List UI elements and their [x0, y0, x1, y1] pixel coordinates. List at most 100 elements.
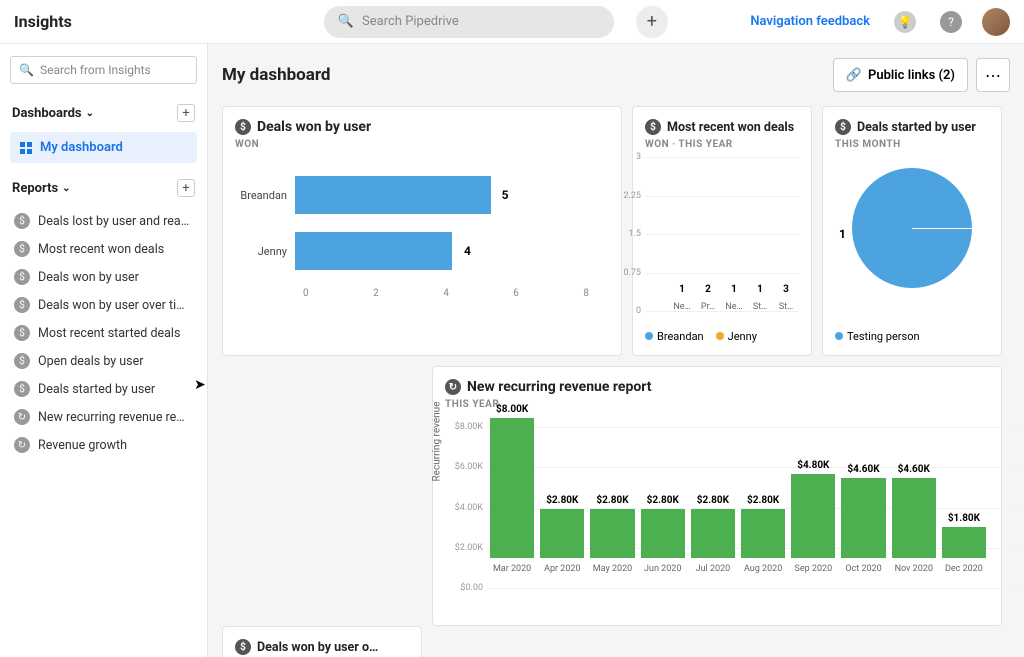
more-menu-button[interactable]: ⋯: [976, 58, 1010, 92]
legend-item: Testing person: [847, 330, 920, 343]
report-label: Revenue growth: [38, 438, 127, 453]
bar-value: $2.80K: [697, 495, 729, 506]
dollar-icon: $: [14, 353, 30, 369]
bar-value: 1: [679, 284, 685, 295]
sidebar-item-my-dashboard[interactable]: My dashboard: [10, 132, 197, 163]
report-item[interactable]: $ Open deals by user: [10, 347, 197, 375]
axis-tick: 2: [373, 288, 379, 299]
reports-section-header[interactable]: Reports ⌄ +: [10, 175, 197, 201]
revenue-bar: $8.00K: [490, 418, 534, 558]
card-deals-won-by-user-over-time[interactable]: $Deals won by user o… WON · THIS YEAR 0 …: [222, 626, 422, 657]
dashboard-grid: $Deals won by user WON Breandan 5 Jenny …: [222, 106, 1010, 626]
chevron-down-icon: ⌄: [86, 108, 94, 119]
card-recurring-revenue[interactable]: ↻New recurring revenue report THIS YEAR …: [432, 366, 1002, 626]
legend: Breandan Jenny: [645, 330, 799, 343]
avatar[interactable]: [982, 8, 1010, 36]
report-label: Most recent started deals: [38, 326, 180, 341]
dollar-icon: $: [835, 119, 851, 135]
report-item[interactable]: $ Deals won by user: [10, 263, 197, 291]
bar-value: $4.60K: [898, 464, 930, 475]
report-label: Deals won by user: [38, 270, 139, 285]
report-item[interactable]: $Most recent won deals: [10, 235, 197, 263]
report-label: Open deals by user: [38, 354, 144, 369]
hbar-label: Jenny: [235, 245, 295, 258]
chart-pie: 1: [835, 158, 989, 330]
card-subtitle: WON · THIS YEAR: [645, 139, 799, 150]
main-area: My dashboard 🔗 Public links (2) ⋯ $ Deals…: [208, 44, 1024, 657]
card-title: Most recent won deals: [667, 120, 794, 135]
dollar-icon: $: [14, 325, 30, 341]
nav-feedback-link[interactable]: Navigation feedback: [750, 14, 870, 29]
axis-tick: 6: [513, 288, 519, 299]
report-item[interactable]: $Deals won by user over ti…: [10, 291, 197, 319]
revenue-bar: $2.80K: [590, 509, 634, 558]
bar-value: $8.00K: [496, 404, 528, 415]
revenue-bar: $2.80K: [691, 509, 735, 558]
brand: Insights: [14, 12, 72, 31]
search-icon: 🔍: [19, 63, 34, 77]
report-item[interactable]: ↻Revenue growth: [10, 431, 197, 459]
add-report-button[interactable]: +: [177, 179, 195, 197]
add-button[interactable]: +: [636, 6, 668, 38]
dollar-icon: $: [235, 639, 251, 655]
axis-tick: St…: [753, 302, 767, 312]
card-title: Deals won by user o…: [257, 640, 378, 655]
report-label: New recurring revenue re…: [38, 410, 185, 425]
public-links-button[interactable]: 🔗 Public links (2): [833, 58, 968, 92]
add-dashboard-button[interactable]: +: [177, 104, 195, 122]
report-label: Deals won by user over ti…: [38, 298, 185, 313]
report-item[interactable]: $Deals started by user: [10, 375, 197, 403]
bar-value: 1: [731, 284, 737, 295]
revenue-bar: $4.60K: [841, 478, 885, 559]
legend-item: Breandan: [657, 330, 704, 343]
y-axis-label: Recurring revenue: [432, 401, 443, 481]
bar-value: $4.80K: [797, 460, 829, 471]
revenue-bar: $4.60K: [892, 478, 936, 559]
sidebar-item-label: My dashboard: [40, 140, 123, 155]
card-title: Deals won by user: [257, 119, 371, 135]
dashboards-section-header[interactable]: Dashboards ⌄ +: [10, 100, 197, 126]
report-label: Deals started by user: [38, 382, 155, 397]
bar-value: $4.60K: [847, 464, 879, 475]
chart-hbar: Breandan 5 Jenny 4 0 2 4 6 8: [235, 158, 609, 343]
axis-tick: 4: [443, 288, 449, 299]
cursor-icon: ➤: [194, 377, 206, 393]
axis-tick: Ne…: [725, 302, 742, 312]
axis-tick: 3: [636, 152, 641, 162]
global-search[interactable]: 🔍 Search Pipedrive: [324, 6, 614, 38]
axis-tick: Pr…: [701, 302, 715, 312]
revenue-bar: $2.80K: [641, 509, 685, 558]
lightbulb-icon[interactable]: 💡: [894, 11, 916, 33]
card-most-recent-won-deals[interactable]: $Most recent won deals WON · THIS YEAR 0…: [632, 106, 812, 356]
dollar-icon: $: [235, 119, 251, 135]
card-deals-started-by-user[interactable]: $Deals started by user THIS MONTH 1 Test…: [822, 106, 1002, 356]
card-deals-won-by-user[interactable]: $Deals won by user WON Breandan 5 Jenny …: [222, 106, 622, 356]
hbar-value: 4: [464, 244, 471, 258]
legend: Testing person: [835, 330, 989, 343]
revenue-bar: $1.80K: [942, 527, 986, 559]
pie-slice: [852, 168, 972, 288]
bar-value: $1.80K: [948, 513, 980, 524]
chart-vbar: 0 0.75 1.5 2.25 3 1Ne… 2Pr… 1Ne… 1St… 3S…: [645, 158, 799, 330]
axis-tick: $0.00: [460, 583, 483, 593]
pie-value: 1: [839, 227, 846, 241]
report-item[interactable]: $Deals lost by user and rea…: [10, 207, 197, 235]
axis-tick: $6.00K: [455, 462, 483, 472]
card-title: Deals started by user: [857, 120, 976, 135]
help-icon[interactable]: ?: [940, 11, 962, 33]
sidebar-search[interactable]: 🔍 Search from Insights: [10, 56, 197, 84]
bar-value: 3: [783, 284, 789, 295]
page-title: My dashboard: [222, 65, 330, 85]
bar-value: $2.80K: [747, 495, 779, 506]
revenue-bar: $2.80K: [741, 509, 785, 558]
reports-label: Reports: [12, 181, 58, 196]
axis-tick: 0.75: [623, 268, 641, 278]
report-item[interactable]: $ Most recent started deals: [10, 319, 197, 347]
report-item[interactable]: ↻New recurring revenue re…: [10, 403, 197, 431]
hbar-label: Breandan: [235, 189, 295, 202]
dashboards-label: Dashboards: [12, 106, 82, 121]
axis-tick: 8: [583, 288, 589, 299]
dollar-icon: $: [14, 269, 30, 285]
search-icon: 🔍: [338, 14, 354, 29]
axis-tick: St…: [779, 302, 793, 312]
